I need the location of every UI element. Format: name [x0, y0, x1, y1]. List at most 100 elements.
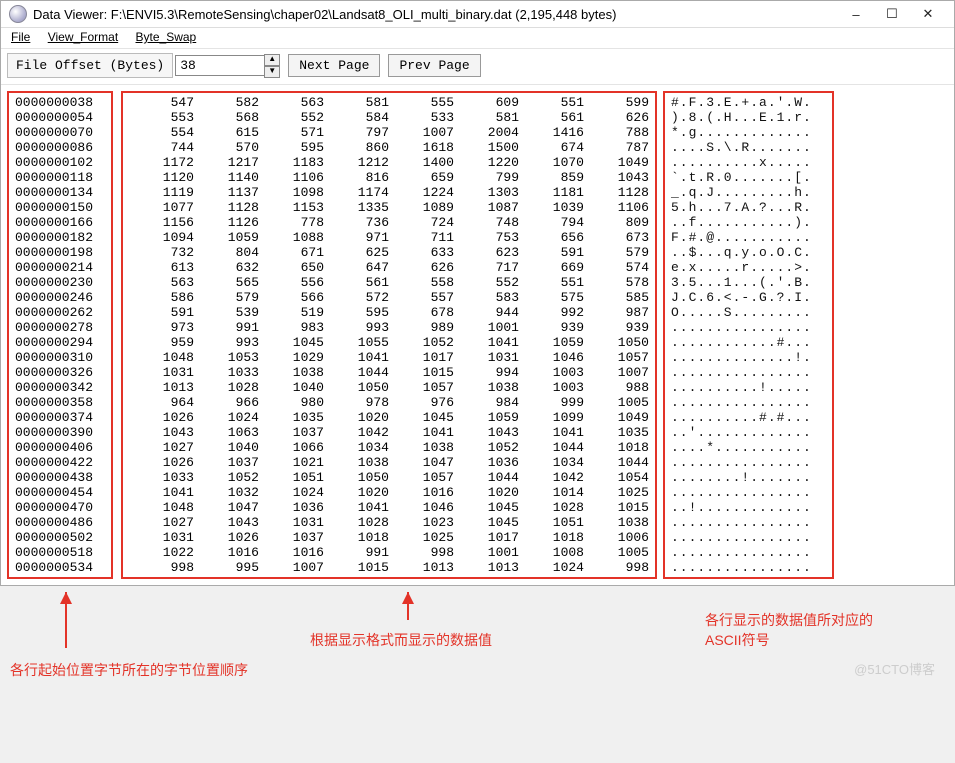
value-row: 99899510071015101310131024998: [129, 560, 649, 575]
value-row: 10771128115313351089108710391106: [129, 200, 649, 215]
value-row: 613632650647626717669574: [129, 260, 649, 275]
menubar: File View_Format Byte_Swap: [1, 28, 954, 48]
watermark: @51CTO博客: [854, 659, 935, 678]
offset-cell: 0000000358: [15, 395, 105, 410]
ascii-row: ................: [671, 395, 826, 410]
ascii-row: ................: [671, 560, 826, 575]
close-button[interactable]: ✕: [910, 6, 946, 22]
offset-cell: 0000000134: [15, 185, 105, 200]
offset-column: 0000000038000000005400000000700000000086…: [7, 91, 113, 579]
offset-cell: 0000000518: [15, 545, 105, 560]
offset-cell: 0000000230: [15, 275, 105, 290]
ascii-row: _.q.J.........h.: [671, 185, 826, 200]
ascii-row: ................: [671, 485, 826, 500]
offset-cell: 0000000390: [15, 425, 105, 440]
value-row: 1031103310381044101599410031007: [129, 365, 649, 380]
ascii-row: ..........!.....: [671, 380, 826, 395]
value-row: 554615571797100720041416788: [129, 125, 649, 140]
titlebar: Data Viewer: F:\ENVI5.3\RemoteSensing\ch…: [1, 1, 954, 28]
value-row: 553568552584533581561626: [129, 110, 649, 125]
ascii-row: ..!.............: [671, 500, 826, 515]
vertical-scrollbar[interactable]: [932, 91, 948, 579]
ascii-row: e.x.....r.....>.: [671, 260, 826, 275]
value-row: 1120114011068166597998591043: [129, 170, 649, 185]
spin-up[interactable]: ▲: [264, 54, 280, 66]
offset-cell: 0000000454: [15, 485, 105, 500]
arrow-left-icon: [58, 592, 78, 656]
ascii-row: ..............!.: [671, 350, 826, 365]
value-row: 74457059586016181500674787: [129, 140, 649, 155]
offset-cell: 0000000198: [15, 245, 105, 260]
value-row: 10261024103510201045105910991049: [129, 410, 649, 425]
spin-down[interactable]: ▼: [264, 66, 280, 78]
offset-cell: 0000000502: [15, 530, 105, 545]
value-row: 10481053102910411017103110461057: [129, 350, 649, 365]
ascii-row: ........!.......: [671, 470, 826, 485]
offset-cell: 0000000070: [15, 125, 105, 140]
annotation-values-label: 根据显示格式而显示的数据值: [310, 630, 492, 650]
ascii-row: 5.h...7.A.?...R.: [671, 200, 826, 215]
ascii-row: ................: [671, 365, 826, 380]
value-row: 10411032102410201016102010141025: [129, 485, 649, 500]
offset-cell: 0000000214: [15, 260, 105, 275]
value-row: 10311026103710181025101710181006: [129, 530, 649, 545]
offset-cell: 0000000374: [15, 410, 105, 425]
value-row: 1013102810401050105710381003988: [129, 380, 649, 395]
ascii-row: *.g.............: [671, 125, 826, 140]
menu-byte-swap[interactable]: Byte_Swap: [136, 30, 197, 44]
menu-file[interactable]: File: [11, 30, 30, 44]
value-row: 102210161016991998100110081005: [129, 545, 649, 560]
value-row: 9649669809789769849991005: [129, 395, 649, 410]
offset-cell: 0000000054: [15, 110, 105, 125]
value-row: 959993104510551052104110591050: [129, 335, 649, 350]
ascii-row: ....*...........: [671, 440, 826, 455]
ascii-row: ).8.(.H...E.1.r.: [671, 110, 826, 125]
offset-cell: 0000000438: [15, 470, 105, 485]
value-row: 10331052105110501057104410421054: [129, 470, 649, 485]
maximize-button[interactable]: ☐: [874, 6, 910, 22]
offset-cell: 0000000406: [15, 440, 105, 455]
offset-cell: 0000000262: [15, 305, 105, 320]
ascii-row: ................: [671, 455, 826, 470]
data-area: 0000000038000000005400000000700000000086…: [1, 85, 954, 585]
offset-cell: 0000000182: [15, 230, 105, 245]
offset-cell: 0000000246: [15, 290, 105, 305]
ascii-row: ..f...........).: [671, 215, 826, 230]
ascii-row: F.#.@...........: [671, 230, 826, 245]
ascii-row: ................: [671, 320, 826, 335]
window-controls: – ☐ ✕: [838, 6, 946, 22]
offset-cell: 0000000118: [15, 170, 105, 185]
offset-cell: 0000000278: [15, 320, 105, 335]
value-row: 10261037102110381047103610341044: [129, 455, 649, 470]
file-offset-input[interactable]: [175, 55, 265, 76]
value-row: 10431063103710421041104310411035: [129, 425, 649, 440]
ascii-row: O.....S.........: [671, 305, 826, 320]
offset-cell: 0000000150: [15, 200, 105, 215]
arrow-middle-icon: [400, 592, 420, 626]
value-row: 547582563581555609551599: [129, 95, 649, 110]
offset-cell: 0000000470: [15, 500, 105, 515]
offset-spinner: ▲ ▼: [264, 54, 280, 78]
value-row: 109410591088971711753656673: [129, 230, 649, 245]
data-viewer-window: Data Viewer: F:\ENVI5.3\RemoteSensing\ch…: [0, 0, 955, 586]
annotation-overlay: 各行起始位置字节所在的字节位置顺序 根据显示格式而显示的数据值 各行显示的数据值…: [0, 592, 955, 692]
ascii-row: J.C.6.<.-.G.?.I.: [671, 290, 826, 305]
next-page-button[interactable]: Next Page: [288, 54, 380, 77]
value-row: 563565556561558552551578: [129, 275, 649, 290]
toolbar: File Offset (Bytes) ▲ ▼ Next Page Prev P…: [1, 48, 954, 85]
values-column: 5475825635815556095515995535685525845335…: [121, 91, 657, 579]
prev-page-button[interactable]: Prev Page: [388, 54, 480, 77]
offset-cell: 0000000534: [15, 560, 105, 575]
ascii-row: ................: [671, 530, 826, 545]
value-row: 9739919839939891001939939: [129, 320, 649, 335]
offset-cell: 0000000102: [15, 155, 105, 170]
value-row: 10481047103610411046104510281015: [129, 500, 649, 515]
menu-view-format[interactable]: View_Format: [48, 30, 118, 44]
ascii-row: #.F.3.E.+.a.'.W.: [671, 95, 826, 110]
ascii-row: ..$...q.y.o.O.C.: [671, 245, 826, 260]
value-row: 10271040106610341038105210441018: [129, 440, 649, 455]
offset-cell: 0000000086: [15, 140, 105, 155]
app-icon: [9, 5, 27, 23]
offset-cell: 0000000038: [15, 95, 105, 110]
minimize-button[interactable]: –: [838, 7, 874, 22]
